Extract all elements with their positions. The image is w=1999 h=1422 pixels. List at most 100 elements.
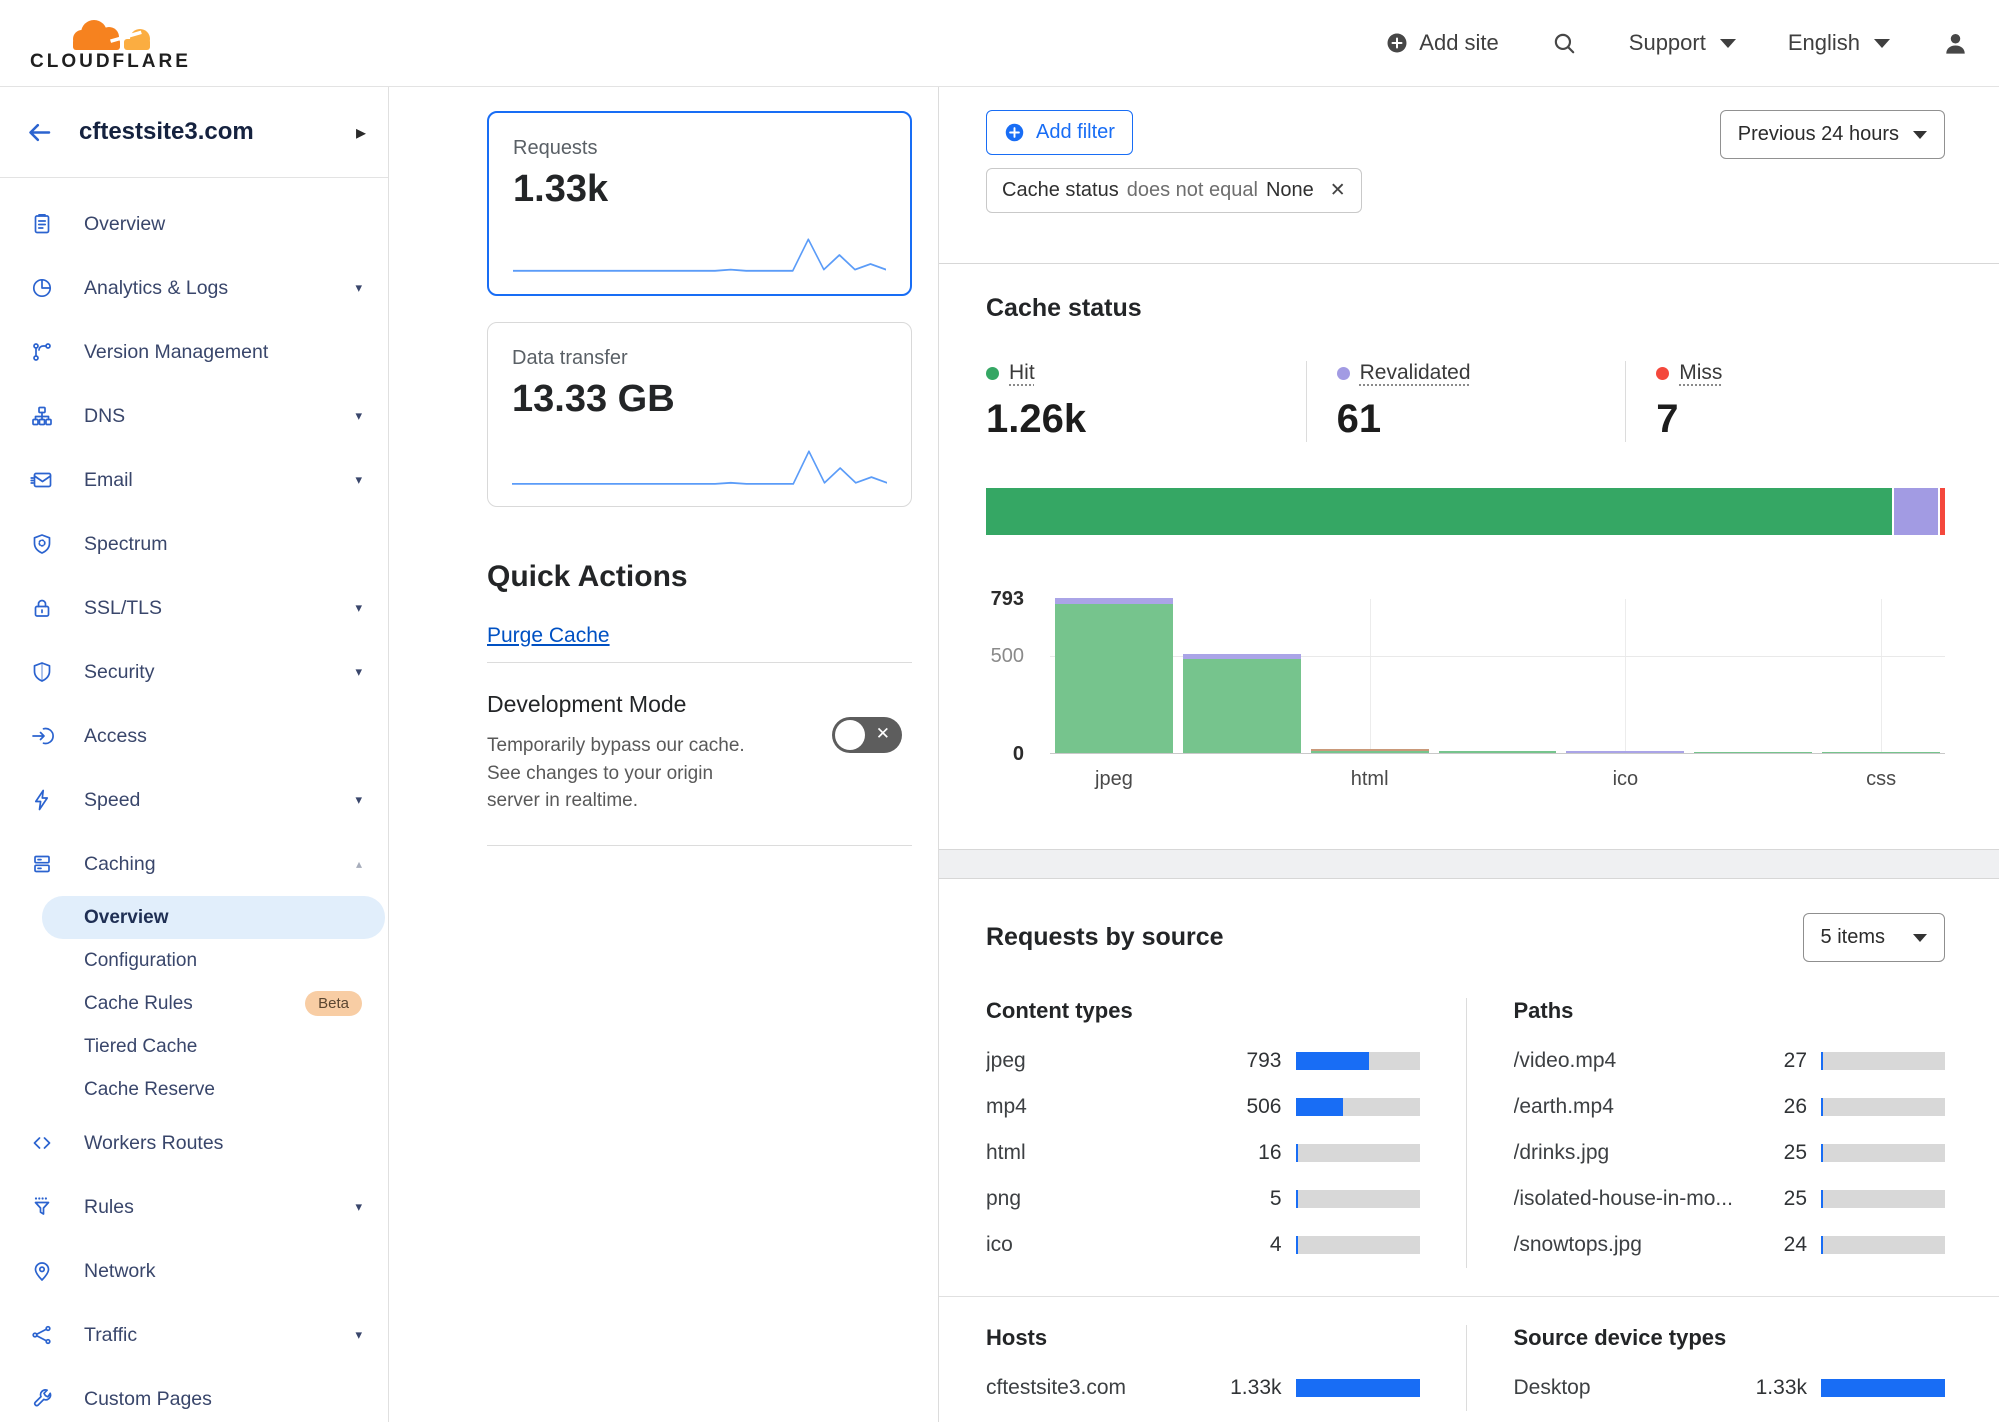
- x-tick-label: [1434, 768, 1562, 791]
- chart-bar-css[interactable]: [1817, 599, 1945, 753]
- sidebar-item-network[interactable]: Network: [0, 1239, 388, 1303]
- clipboard-icon: [30, 212, 54, 236]
- chevron-down-icon: ▾: [355, 280, 362, 296]
- list-item[interactable]: /earth.mp426: [1514, 1084, 1946, 1130]
- list-item[interactable]: ico4: [986, 1222, 1420, 1268]
- sidebar-item-cache-reserve[interactable]: Cache Reserve: [0, 1068, 388, 1111]
- hosts-list: cftestsite3.com1.33k: [986, 1365, 1420, 1411]
- sidebar-item-label: Caching: [84, 853, 356, 876]
- list-item[interactable]: cftestsite3.com1.33k: [986, 1365, 1420, 1411]
- list-item[interactable]: html16: [986, 1130, 1420, 1176]
- sidebar-item-email[interactable]: Email▾: [0, 448, 388, 512]
- stacked-segment-miss[interactable]: [1940, 488, 1945, 535]
- list-item-value: 25: [1749, 1141, 1807, 1165]
- list-item[interactable]: Desktop1.33k: [1514, 1365, 1946, 1411]
- list-item[interactable]: png5: [986, 1176, 1420, 1222]
- chart-bar-slot-5[interactable]: [1689, 599, 1817, 753]
- sidebar-item-workers-routes[interactable]: Workers Routes: [0, 1111, 388, 1175]
- progress-bar: [1821, 1379, 1945, 1397]
- progress-bar: [1821, 1236, 1945, 1254]
- sidebar-item-access[interactable]: Access: [0, 704, 388, 768]
- stat-miss[interactable]: Miss 7: [1625, 361, 1945, 442]
- sidebar-item-version-management[interactable]: Version Management: [0, 320, 388, 384]
- spectrum-icon: [30, 532, 54, 556]
- purge-cache-link[interactable]: Purge Cache: [487, 624, 610, 648]
- stacked-segment-revalidated[interactable]: [1894, 488, 1938, 535]
- sidebar-item-label: Version Management: [84, 341, 362, 364]
- list-item[interactable]: /isolated-house-in-mo...25: [1514, 1176, 1946, 1222]
- development-mode-section: Development Mode Temporarily bypass our …: [487, 691, 912, 815]
- chart-bar-slot-3[interactable]: [1434, 599, 1562, 753]
- sidebar-item-cache-rules[interactable]: Cache RulesBeta: [0, 982, 388, 1025]
- bar-segment-hit: [1694, 752, 1812, 753]
- items-count-select[interactable]: 5 items: [1803, 913, 1945, 962]
- development-mode-description: Temporarily bypass our cache. See change…: [487, 732, 757, 815]
- chart-bar-html[interactable]: [1306, 599, 1434, 753]
- chart-bar-ico[interactable]: [1561, 599, 1689, 753]
- list-item[interactable]: /video.mp427: [1514, 1038, 1946, 1084]
- devices-title: Source device types: [1514, 1325, 1946, 1351]
- language-menu[interactable]: English: [1788, 30, 1890, 56]
- list-item[interactable]: /snowtops.jpg24: [1514, 1222, 1946, 1268]
- add-site-button[interactable]: Add site: [1385, 30, 1499, 56]
- sidebar-item-security[interactable]: Security▾: [0, 640, 388, 704]
- filter-chip[interactable]: Cache status does not equal None ✕: [986, 168, 1362, 213]
- data-transfer-metric-card[interactable]: Data transfer 13.33 GB: [487, 322, 912, 507]
- sidebar-item-overview[interactable]: Overview: [0, 192, 388, 256]
- chevron-down-icon: ▾: [355, 1327, 362, 1343]
- chevron-down-icon: [1720, 39, 1736, 48]
- items-count-label: 5 items: [1821, 926, 1885, 949]
- search-button[interactable]: [1551, 30, 1577, 56]
- sidebar-item-dns[interactable]: DNS▾: [0, 384, 388, 448]
- sidebar-item-spectrum[interactable]: Spectrum: [0, 512, 388, 576]
- list-item-label: cftestsite3.com: [986, 1376, 1224, 1400]
- paths-title: Paths: [1514, 998, 1946, 1024]
- sidebar-item-rules[interactable]: Rules▾: [0, 1175, 388, 1239]
- content-types-list: jpeg793mp4506html16png5ico4: [986, 1038, 1420, 1268]
- chart-bar-jpeg[interactable]: [1050, 599, 1178, 753]
- chevron-right-icon[interactable]: ▸: [356, 120, 366, 145]
- sidebar-item-tiered-cache[interactable]: Tiered Cache: [0, 1025, 388, 1068]
- development-mode-toggle[interactable]: ✕: [832, 717, 902, 753]
- requests-metric-card[interactable]: Requests 1.33k: [487, 111, 912, 296]
- sidebar-item-traffic[interactable]: Traffic▾: [0, 1303, 388, 1367]
- list-item[interactable]: /drinks.jpg25: [1514, 1130, 1946, 1176]
- stacked-segment-hit[interactable]: [986, 488, 1892, 535]
- progress-bar: [1296, 1144, 1420, 1162]
- list-item[interactable]: jpeg793: [986, 1038, 1420, 1084]
- stat-hit[interactable]: Hit 1.26k: [986, 361, 1306, 442]
- cloudflare-logo[interactable]: CLOUDFLARE: [30, 14, 191, 73]
- time-range-select[interactable]: Previous 24 hours: [1720, 110, 1945, 159]
- list-item[interactable]: mp4506: [986, 1084, 1420, 1130]
- remove-filter-icon[interactable]: ✕: [1330, 179, 1346, 202]
- traffic-icon: [30, 1323, 54, 1347]
- stat-revalidated-label: Revalidated: [1360, 361, 1471, 385]
- sidebar-item-caching[interactable]: Caching▴: [0, 832, 388, 896]
- support-menu[interactable]: Support: [1629, 30, 1736, 56]
- sidebar-item-label: Rules: [84, 1196, 355, 1219]
- list-item-value: 506: [1224, 1095, 1282, 1119]
- sidebar-item-analytics-logs[interactable]: Analytics & Logs▾: [0, 256, 388, 320]
- y-tick-label: 0: [1013, 743, 1024, 766]
- sidebar-item-label: Cache Reserve: [84, 1079, 362, 1101]
- sidebar-item-label: Analytics & Logs: [84, 277, 355, 300]
- add-filter-button[interactable]: Add filter: [986, 110, 1133, 155]
- sidebar-item-custom-pages[interactable]: Custom Pages: [0, 1367, 388, 1422]
- sidebar-item-label: Configuration: [84, 950, 362, 972]
- sidebar-item-speed[interactable]: Speed▾: [0, 768, 388, 832]
- chart-bar-slot-1[interactable]: [1178, 599, 1306, 753]
- sidebar-item-configuration[interactable]: Configuration: [0, 939, 388, 982]
- back-arrow-icon[interactable]: [26, 119, 53, 146]
- stat-revalidated[interactable]: Revalidated 61: [1306, 361, 1626, 442]
- x-tick-label: css: [1817, 768, 1945, 791]
- sidebar-item-label: Security: [84, 661, 355, 684]
- stat-miss-label: Miss: [1679, 361, 1722, 385]
- cache-chart-plot: [1050, 599, 1945, 754]
- list-item-value: 24: [1749, 1233, 1807, 1257]
- account-menu[interactable]: [1942, 30, 1969, 57]
- sidebar-item-overview[interactable]: Overview: [42, 896, 385, 939]
- list-item-label: /isolated-house-in-mo...: [1514, 1187, 1750, 1211]
- bar-segment-revalidated: [1566, 751, 1684, 753]
- sidebar-item-ssl-tls[interactable]: SSL/TLS▾: [0, 576, 388, 640]
- sidebar-item-label: Workers Routes: [84, 1132, 362, 1155]
